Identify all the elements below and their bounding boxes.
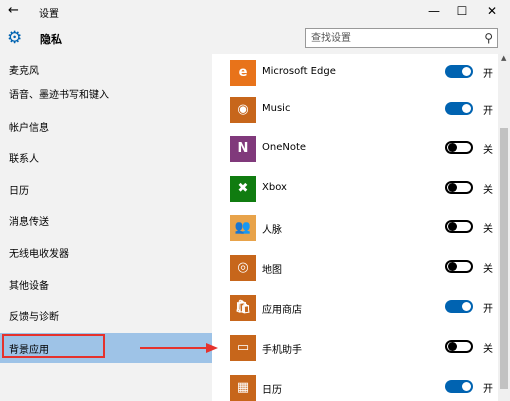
sidebar-item-label: 消息传送 [9,217,49,228]
toggle-state-label: 关 [483,185,493,196]
page-title: 隐私 [40,33,62,46]
toggle-knob [462,104,471,113]
sidebar-item-label: 无线电收发器 [9,249,69,260]
app-row: ▦ 日历 开 [212,374,498,401]
toggle-knob [462,67,471,76]
toggle-knob [448,222,457,231]
background-toggle[interactable] [445,220,473,233]
gear-icon: ⚙ [7,28,23,48]
sidebar-item-label: 反馈与诊断 [9,312,59,323]
background-apps-list: e Microsoft Edge 开 ◉ Music 开 N OneNote 关 ✖ Xbox 关 👥 人… [212,54,498,401]
store-icon: 🛍 [230,295,256,321]
app-name: 日历 [262,385,282,396]
scroll-up-icon[interactable]: ▲ [501,54,506,62]
app-row: 👥 人脉 关 [212,214,498,254]
app-row: ◉ Music 开 [212,96,498,136]
sidebar-item[interactable]: 无线电收发器 [0,237,212,267]
app-row: ✖ Xbox 关 [212,175,498,215]
people-icon: 👥 [230,215,256,241]
app-row: 🛍 应用商店 开 [212,294,498,334]
app-name: 应用商店 [262,305,302,316]
annotation-arrow-icon [140,343,218,353]
sidebar-item[interactable]: 帐户信息 [0,111,212,141]
app-row: ◎ 地图 关 [212,254,498,294]
app-row: ▭ 手机助手 关 [212,334,498,374]
toggle-state-label: 关 [483,145,493,156]
background-toggle[interactable] [445,380,473,393]
toggle-knob [448,342,457,351]
background-toggle[interactable] [445,340,473,353]
toggle-state-label: 开 [483,69,493,80]
title-bar: ← 设置 — ☐ ✕ [0,0,510,22]
toggle-knob [448,262,457,271]
background-toggle[interactable] [445,141,473,154]
onenote-icon: N [230,136,256,162]
toggle-knob [448,183,457,192]
toggle-state-label: 关 [483,264,493,275]
background-toggle[interactable] [445,300,473,313]
phone-companion-icon: ▭ [230,335,256,361]
xbox-icon: ✖ [230,176,256,202]
sidebar-item-label: 帐户信息 [9,123,49,134]
toggle-knob [448,143,457,152]
toggle-knob [462,382,471,391]
background-toggle[interactable] [445,102,473,115]
sidebar-item-label: 语音、墨迹书写和键入 [9,90,109,101]
sidebar-item-label: 其他设备 [9,281,49,292]
minimize-button[interactable]: — [420,2,448,20]
background-toggle[interactable] [445,181,473,194]
sidebar-item[interactable]: 消息传送 [0,205,212,235]
sidebar-item[interactable]: 语音、墨迹书写和键入 [0,78,212,108]
sidebar-item-label: 日历 [9,186,29,197]
app-name: Microsoft Edge [262,66,336,77]
edge-icon: e [230,60,256,86]
sidebar-item-label: 联系人 [9,154,39,165]
maps-icon: ◎ [230,255,256,281]
sidebar-item[interactable]: 反馈与诊断 [0,300,212,330]
toggle-state-label: 开 [483,384,493,395]
app-name: 地图 [262,265,282,276]
sidebar-item[interactable]: 其他设备 [0,269,212,299]
background-toggle[interactable] [445,260,473,273]
maximize-button[interactable]: ☐ [448,2,476,20]
toggle-knob [462,302,471,311]
toggle-state-label: 关 [483,344,493,355]
close-button[interactable]: ✕ [478,2,506,20]
page-header: ⚙ 隐私 ⚲ [0,22,510,54]
calendar-icon: ▦ [230,375,256,401]
sidebar-item[interactable]: 日历 [0,174,212,204]
app-name: 人脉 [262,225,282,236]
search-icon[interactable]: ⚲ [484,31,493,45]
background-toggle[interactable] [445,65,473,78]
sidebar-item-label: 麦克风 [9,66,39,77]
search-input[interactable] [311,31,471,45]
toggle-state-label: 开 [483,106,493,117]
window-title: 设置 [39,9,59,20]
app-name: OneNote [262,142,307,153]
annotation-highlight-box [2,334,105,358]
app-name: Xbox [262,182,287,193]
back-button[interactable]: ← [8,3,19,18]
app-row: N OneNote 关 [212,135,498,175]
music-icon: ◉ [230,97,256,123]
search-box[interactable]: ⚲ [305,28,498,48]
scrollbar-thumb[interactable] [500,128,508,389]
toggle-state-label: 开 [483,304,493,315]
scrollbar[interactable]: ▲ [498,54,510,401]
app-name: Music [262,103,291,114]
app-row: e Microsoft Edge 开 [212,59,498,99]
app-name: 手机助手 [262,345,302,356]
toggle-state-label: 关 [483,224,493,235]
sidebar-item[interactable]: 联系人 [0,142,212,172]
